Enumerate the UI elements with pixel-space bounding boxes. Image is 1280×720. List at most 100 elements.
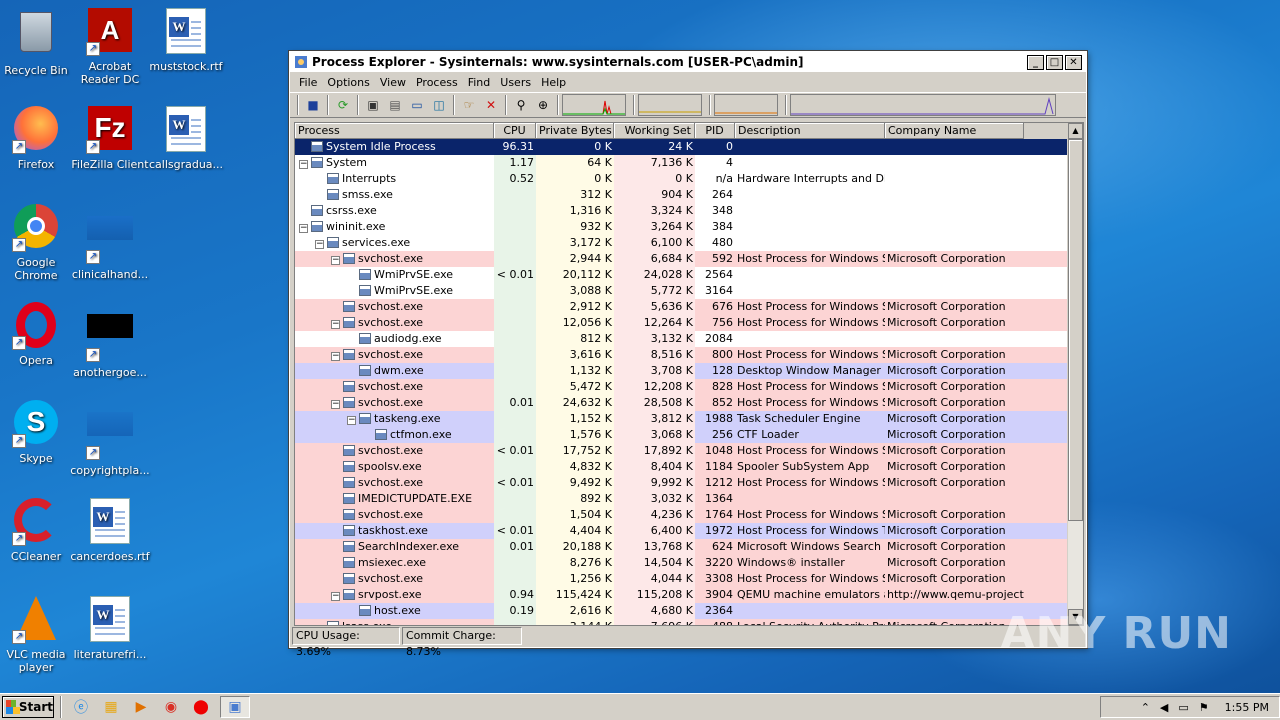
table-row[interactable]: svchost.exe 5,472 K 12,208 K 828 Host Proces… [295, 379, 1083, 395]
desktop-icon-copyrightpla[interactable]: ↗ copyrightpla... [70, 400, 150, 477]
tree-toggle[interactable]: − [347, 416, 356, 425]
desktop-icon-literaturefri[interactable]: literaturefri... [70, 596, 150, 661]
table-row[interactable]: spoolsv.exe 4,832 K 8,404 K 1184 Spooler Sub… [295, 459, 1083, 475]
chrome-taskbar-icon[interactable]: ◉ [160, 696, 182, 718]
io-graph[interactable] [714, 94, 778, 116]
scroll-thumb[interactable] [1068, 139, 1083, 521]
gpu-graph[interactable] [790, 94, 1056, 116]
find-icon[interactable]: ⚲ [510, 95, 532, 115]
table-row[interactable]: − svchost.exe 0.01 24,632 K 28,508 K 852 Host … [295, 395, 1083, 411]
desktop-icon-recycle-bin[interactable]: Recycle Bin [0, 8, 76, 77]
table-row[interactable]: − svchost.exe 3,616 K 8,516 K 800 Host Proces… [295, 347, 1083, 363]
opera-taskbar-icon[interactable]: ⬤ [190, 696, 212, 718]
table-row[interactable]: dwm.exe 1,132 K 3,708 K 128 Desktop Window M… [295, 363, 1083, 379]
desktop-icon-callsgradua[interactable]: callsgradua... [146, 106, 226, 171]
column-description[interactable]: Description [735, 123, 885, 139]
save-icon[interactable]: ■ [302, 95, 324, 115]
target-icon[interactable]: ⊕ [532, 95, 554, 115]
table-row[interactable]: − svchost.exe 2,944 K 6,684 K 592 Host Proces… [295, 251, 1083, 267]
desktop-icon-firefox[interactable]: ↗ Firefox [0, 106, 76, 171]
table-row[interactable]: Interrupts 0.52 0 K0 Kn/a Hardware Interrup… [295, 171, 1083, 187]
table-row[interactable]: WmiPrvSE.exe < 0.01 20,112 K 24,028 K 2564 [295, 267, 1083, 283]
table-row[interactable]: lsass.exe 3,144 K7,696 K488Local Security… [295, 619, 1083, 625]
table-row[interactable]: − srvpost.exe 0.94 115,424 K 115,208 K 3904 QE… [295, 587, 1083, 603]
menu-help[interactable]: Help [536, 76, 571, 89]
desktop-icon-clinicalhand[interactable]: ↗ clinicalhand... [70, 204, 150, 281]
process-explorer-task-button[interactable]: ▣ [220, 696, 250, 718]
menu-find[interactable]: Find [463, 76, 496, 89]
desktop-icon-anothergoe[interactable]: ↗ anothergoe... [70, 302, 150, 379]
column-pid[interactable]: PID [695, 123, 735, 139]
table-row[interactable]: ctfmon.exe 1,576 K 3,068 K 256 CTF Loader Mic… [295, 427, 1083, 443]
tree-toggle[interactable]: − [331, 400, 340, 409]
table-row[interactable]: − svchost.exe 12,056 K 12,264 K 756 Host Proc… [295, 315, 1083, 331]
table-row[interactable]: svchost.exe 1,504 K 4,236 K 1764 Host Proces… [295, 507, 1083, 523]
table-row[interactable]: audiodg.exe 812 K 3,132 K 2084 [295, 331, 1083, 347]
minimize-button[interactable]: _ [1027, 54, 1044, 70]
process-list[interactable]: Process CPU Private Bytes Working Set PI… [294, 122, 1084, 626]
column-process[interactable]: Process [295, 123, 494, 139]
kill-process-icon[interactable]: ✕ [480, 95, 502, 115]
flag-tray-icon[interactable]: ⚑ [1199, 701, 1209, 714]
menu-options[interactable]: Options [322, 76, 374, 89]
desktop-icon-filezilla[interactable]: Fz ↗ FileZilla Client [70, 106, 150, 171]
tree-toggle[interactable]: − [331, 320, 340, 329]
maximize-button[interactable]: □ [1046, 54, 1063, 70]
properties-hand-icon[interactable]: ☞ [458, 95, 480, 115]
properties-icon[interactable]: ▤ [384, 95, 406, 115]
title-bar[interactable]: Process Explorer - Sysinternals: www.sys… [290, 52, 1086, 72]
table-row[interactable]: host.exe 0.19 2,616 K 4,680 K 2364 [295, 603, 1083, 619]
scroll-up-button[interactable]: ▲ [1068, 123, 1083, 139]
process-explorer-window[interactable]: Process Explorer - Sysinternals: www.sys… [289, 51, 1087, 658]
table-row[interactable]: svchost.exe 2,912 K 5,636 K 676 Host Process… [295, 299, 1083, 315]
tree-toggle[interactable]: − [331, 352, 340, 361]
ie-icon[interactable]: ⓔ [70, 696, 92, 718]
table-row[interactable]: − services.exe 3,172 K 6,100 K 480 [295, 235, 1083, 251]
table-row[interactable]: − wininit.exe 932 K 3,264 K 384 [295, 219, 1083, 235]
system-info-icon[interactable]: ▣ [362, 95, 384, 115]
table-row[interactable]: − System 1.17 64 K 7,136 K 4 [295, 155, 1083, 171]
desktop-icon-skype[interactable]: S ↗ Skype [0, 400, 76, 465]
cpu-graph[interactable] [562, 94, 626, 116]
column-private-bytes[interactable]: Private Bytes [536, 123, 614, 139]
show-hidden-icons[interactable]: ⌃ [1141, 701, 1150, 714]
start-button[interactable]: Start [2, 696, 54, 718]
commit-graph[interactable] [638, 94, 702, 116]
tree-toggle[interactable]: − [299, 160, 308, 169]
table-row[interactable]: taskhost.exe < 0.01 4,404 K 6,400 K 1972 Host… [295, 523, 1083, 539]
network-icon[interactable]: ▭ [1178, 701, 1188, 714]
desktop-icon-opera[interactable]: ↗ Opera [0, 302, 76, 367]
menu-users[interactable]: Users [495, 76, 536, 89]
table-row[interactable]: System Idle Process 96.31 0 K 24 K 0 [295, 139, 1083, 155]
table-row[interactable]: IMEDICTUPDATE.EXE 892 K 3,032 K 1364 [295, 491, 1083, 507]
table-row[interactable]: − taskeng.exe 1,152 K 3,812 K 1988 Task Sched… [295, 411, 1083, 427]
table-row[interactable]: SearchIndexer.exe 0.01 20,188 K 13,768 K 624… [295, 539, 1083, 555]
volume-icon[interactable]: ◀ [1160, 701, 1168, 714]
refresh-icon[interactable]: ⟳ [332, 95, 354, 115]
vertical-scrollbar[interactable]: ▲ ▼ [1067, 123, 1083, 625]
tree-toggle[interactable]: − [331, 256, 340, 265]
table-row[interactable]: WmiPrvSE.exe 3,088 K 5,772 K 3164 [295, 283, 1083, 299]
tree-toggle[interactable]: − [315, 240, 324, 249]
desktop-icon-ccleaner[interactable]: ↗ CCleaner [0, 498, 76, 563]
media-player-icon[interactable]: ▶ [130, 696, 152, 718]
desktop-icon-vlc[interactable]: ↗ VLC media player [0, 596, 76, 674]
tree-toggle[interactable]: − [299, 224, 308, 233]
table-row[interactable]: svchost.exe < 0.01 17,752 K 17,892 K 1048 Hos… [295, 443, 1083, 459]
table-row[interactable]: csrss.exe 1,316 K 3,324 K 348 [295, 203, 1083, 219]
lower-pane-icon[interactable]: ▭ [406, 95, 428, 115]
desktop-icon-cancerdoes-rtf[interactable]: cancerdoes.rtf [70, 498, 150, 563]
desktop-icon-acrobat-reader[interactable]: A ↗ Acrobat Reader DC [70, 8, 150, 86]
column-working-set[interactable]: Working Set [614, 123, 695, 139]
menu-view[interactable]: View [375, 76, 411, 89]
desktop-icon-muststock-rtf[interactable]: muststock.rtf [146, 8, 226, 73]
menu-process[interactable]: Process [411, 76, 463, 89]
menu-file[interactable]: File [294, 76, 322, 89]
column-company[interactable]: Company Name [885, 123, 1024, 139]
clock[interactable]: 1:55 PM [1225, 701, 1269, 714]
close-button[interactable]: ✕ [1065, 54, 1082, 70]
table-row[interactable]: smss.exe 312 K 904 K 264 [295, 187, 1083, 203]
table-row[interactable]: msiexec.exe 8,276 K 14,504 K 3220 Windows® i… [295, 555, 1083, 571]
dll-view-icon[interactable]: ◫ [428, 95, 450, 115]
column-cpu[interactable]: CPU [494, 123, 536, 139]
